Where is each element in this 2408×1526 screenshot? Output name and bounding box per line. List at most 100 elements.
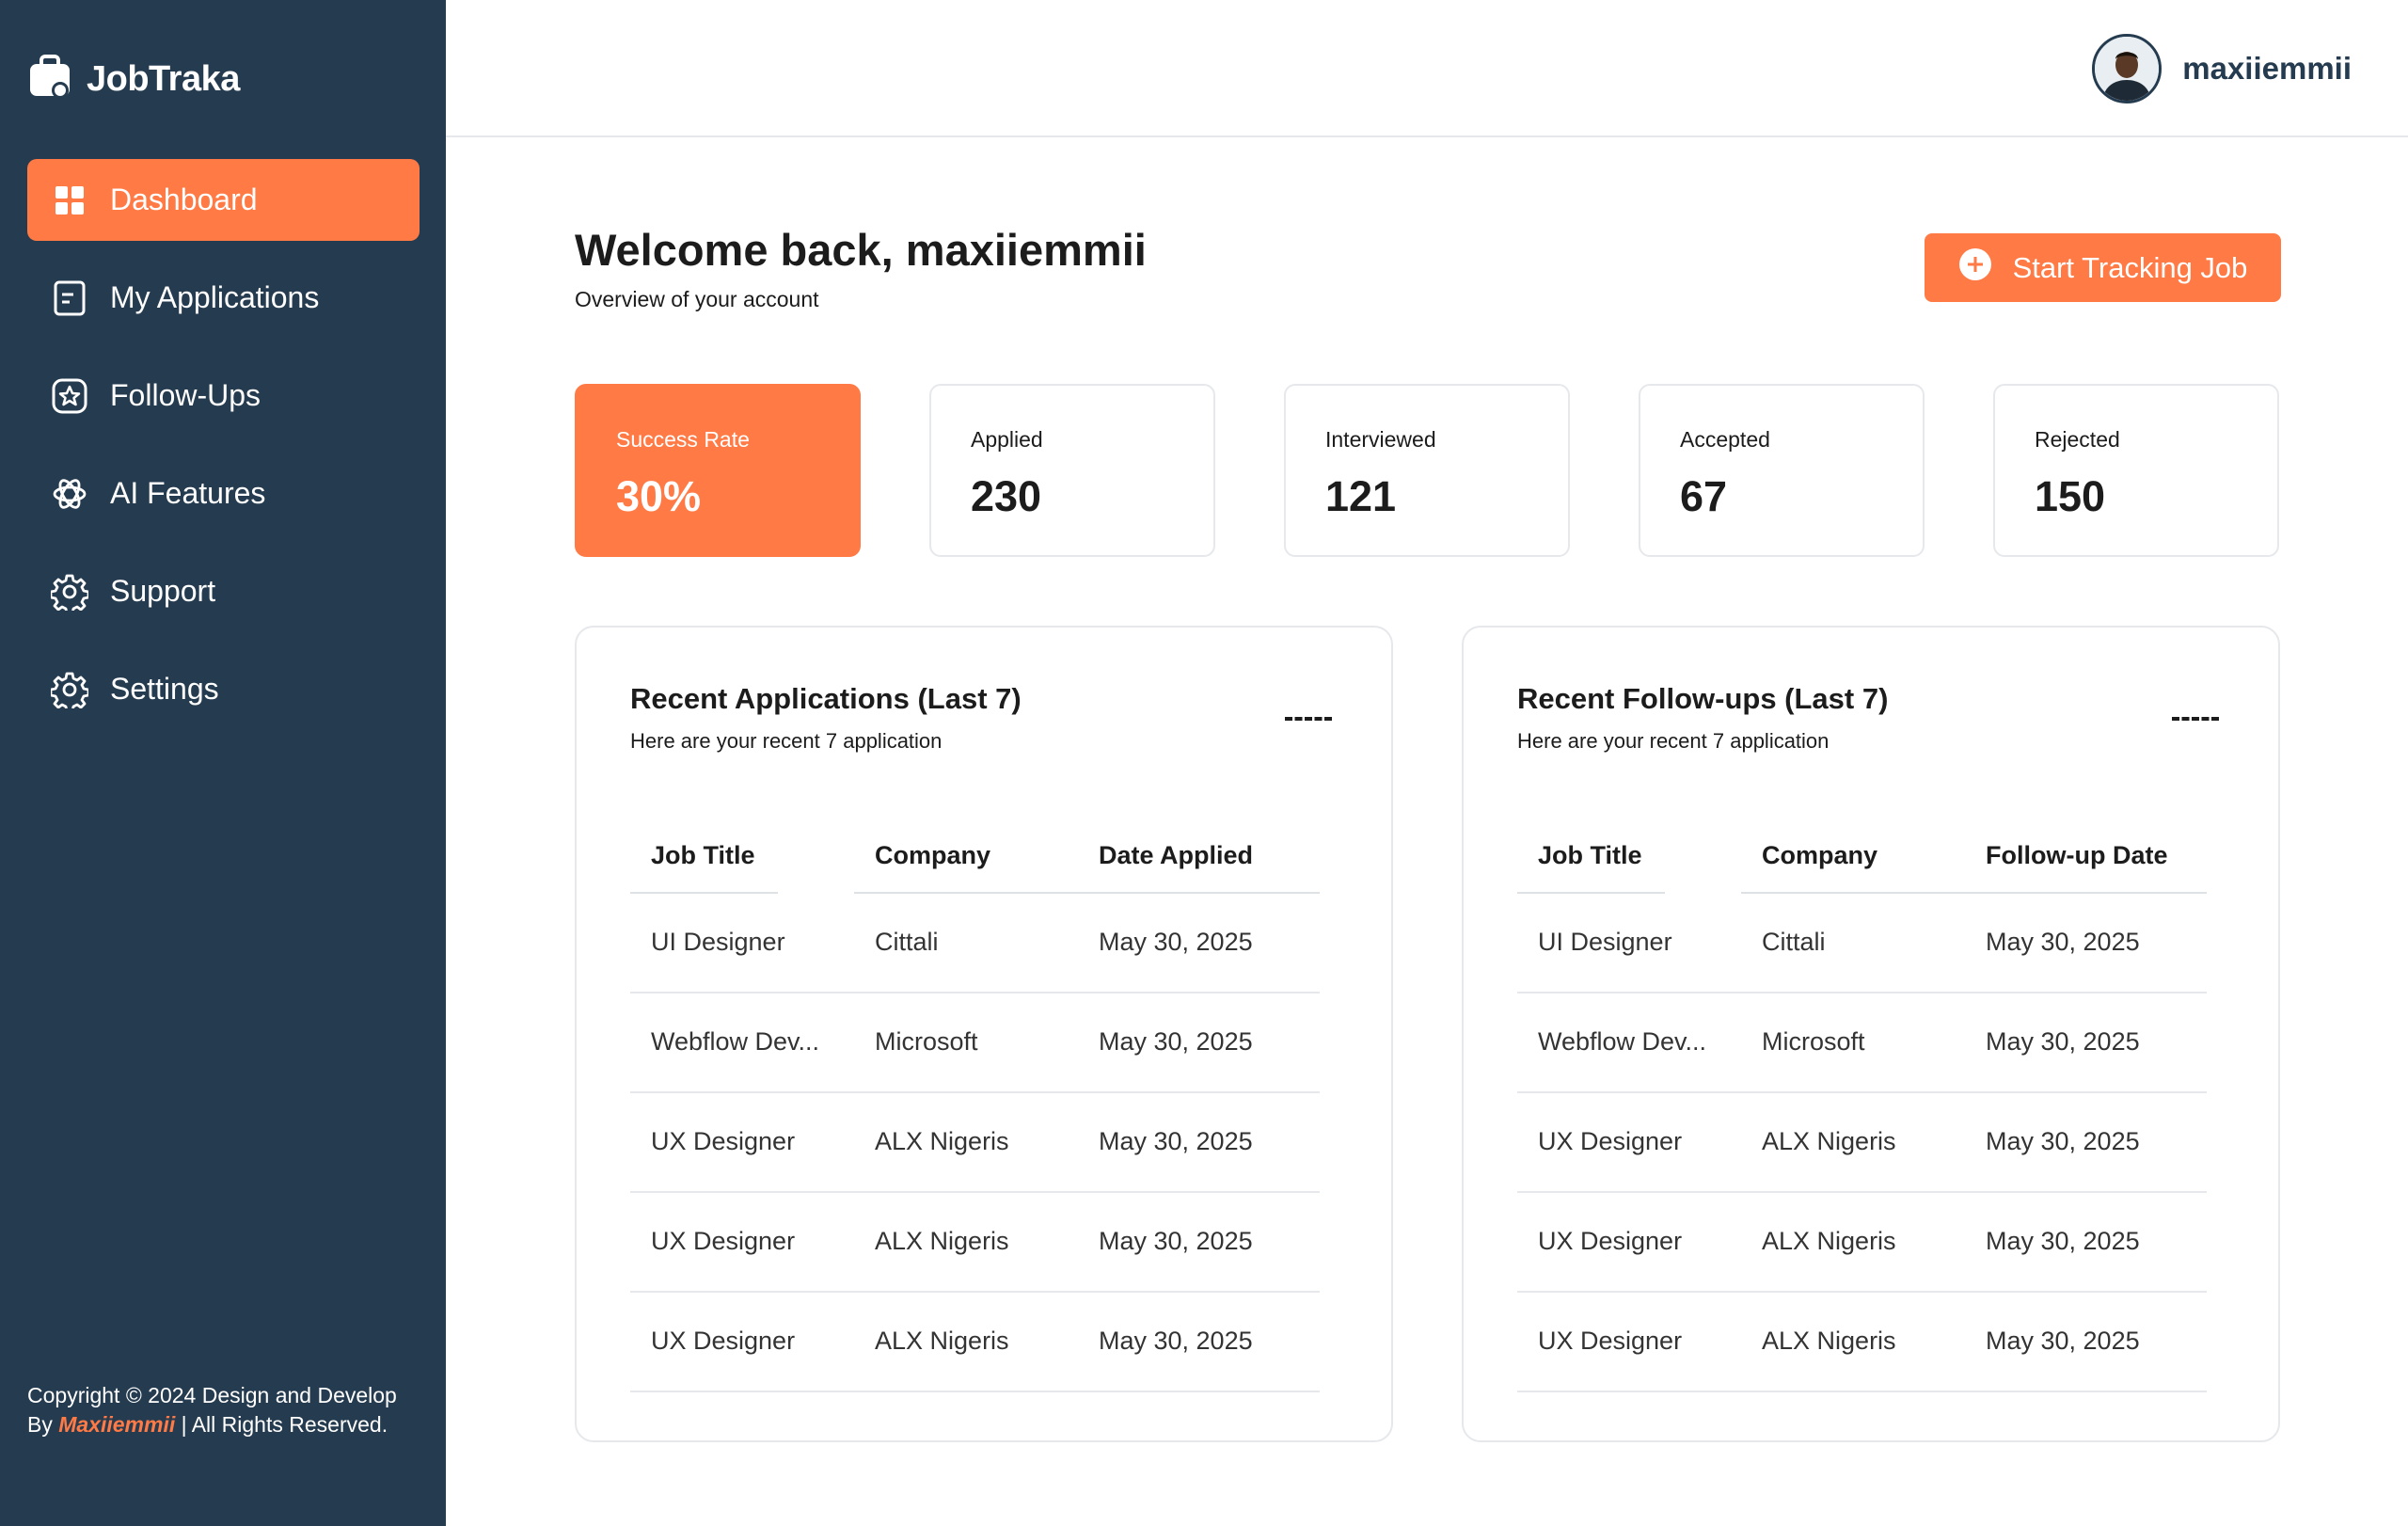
sidebar-item-dashboard[interactable]: Dashboard: [27, 159, 420, 241]
stat-card-interviewed: Interviewed 121: [1284, 384, 1570, 557]
sidebar-item-label: Settings: [110, 672, 219, 706]
table-row[interactable]: UX Designer ALX Nigeris May 30, 2025: [1517, 1193, 2207, 1293]
cell-date: May 30, 2025: [1986, 1227, 2140, 1255]
sidebar-item-settings[interactable]: Settings: [27, 648, 420, 730]
cell-date: May 30, 2025: [1986, 1327, 2140, 1355]
cell-date: May 30, 2025: [1099, 1127, 1253, 1155]
panel-subtitle: Here are your recent 7 application: [1517, 729, 1830, 753]
recent-followups-table: Job Title Company Follow-up Date UI Desi…: [1517, 819, 2207, 1392]
column-header-job-title[interactable]: Job Title: [1538, 841, 1642, 870]
cell-date: May 30, 2025: [1099, 1327, 1253, 1355]
column-header-job-title[interactable]: Job Title: [651, 841, 755, 870]
cell-job-title: Webflow Dev...: [1538, 1027, 1707, 1056]
cell-date: May 30, 2025: [1099, 1227, 1253, 1255]
column-header-date-applied[interactable]: Date Applied: [1099, 841, 1253, 870]
avatar[interactable]: [2092, 34, 2162, 103]
panel-menu-button[interactable]: [1285, 717, 1332, 721]
cell-job-title: UX Designer: [1538, 1127, 1683, 1155]
copyright-post: | All Rights Reserved.: [175, 1412, 388, 1437]
cell-company: ALX Nigeris: [875, 1327, 1009, 1355]
cell-company: ALX Nigeris: [1762, 1327, 1896, 1355]
sidebar-item-support[interactable]: Support: [27, 550, 420, 632]
recent-applications-panel: Recent Applications (Last 7) Here are yo…: [575, 626, 1393, 1442]
start-tracking-job-label: Start Tracking Job: [2012, 250, 2248, 284]
panel-title: Recent Applications (Last 7): [630, 682, 1022, 715]
cell-job-title: UI Designer: [651, 928, 785, 956]
stat-value: 30%: [616, 472, 702, 520]
cell-job-title: UX Designer: [1538, 1327, 1683, 1355]
column-header-follow-up-date[interactable]: Follow-up Date: [1986, 841, 2167, 870]
cell-company: ALX Nigeris: [875, 1227, 1009, 1255]
panel-menu-button[interactable]: [2172, 717, 2219, 721]
stat-card-accepted: Accepted 67: [1639, 384, 1925, 557]
sidebar-item-label: Dashboard: [110, 183, 258, 216]
document-icon: [50, 278, 89, 318]
gear-icon: [50, 670, 89, 709]
sidebar-item-label: Support: [110, 574, 216, 608]
table-row[interactable]: UX Designer ALX Nigeris May 30, 2025: [630, 1093, 1320, 1193]
plus-circle-icon: [1958, 247, 1992, 289]
table-row[interactable]: Webflow Dev... Microsoft May 30, 2025: [630, 993, 1320, 1093]
sidebar-item-label: My Applications: [110, 280, 320, 314]
sidebar: JobTraka Dashboard My Applications Follo…: [0, 0, 446, 1526]
dashboard-grid-icon: [50, 181, 89, 220]
page-title: Welcome back, maxiiemmii: [575, 225, 1147, 275]
stat-value: 150: [2035, 472, 2106, 520]
user-profile[interactable]: maxiiemmii: [2092, 34, 2352, 103]
username: maxiiemmii: [2182, 51, 2352, 86]
briefcase-icon: [28, 54, 71, 104]
table-row[interactable]: UX Designer ALX Nigeris May 30, 2025: [630, 1193, 1320, 1293]
table-header: Job Title Company Follow-up Date: [1517, 819, 2207, 894]
cell-job-title: UX Designer: [651, 1127, 796, 1155]
cell-date: May 30, 2025: [1986, 1127, 2140, 1155]
stat-card-applied: Applied 230: [929, 384, 1215, 557]
column-header-company[interactable]: Company: [1762, 841, 1877, 870]
table-header: Job Title Company Date Applied: [630, 819, 1320, 894]
cell-date: May 30, 2025: [1099, 928, 1253, 956]
panel-subtitle: Here are your recent 7 application: [630, 729, 943, 753]
stat-label: Rejected: [2035, 427, 2120, 452]
stat-card-rejected: Rejected 150: [1993, 384, 2279, 557]
stat-card-success-rate: Success Rate 30%: [575, 384, 861, 557]
recent-followups-panel: Recent Follow-ups (Last 7) Here are your…: [1462, 626, 2280, 1442]
cell-job-title: UX Designer: [1538, 1227, 1683, 1255]
cell-job-title: UI Designer: [1538, 928, 1672, 956]
page-subtitle: Overview of your account: [575, 287, 819, 311]
recent-applications-table: Job Title Company Date Applied UI Design…: [630, 819, 1320, 1392]
sidebar-item-ai-features[interactable]: AI Features: [27, 453, 420, 534]
stat-value: 230: [971, 472, 1042, 520]
cell-date: May 30, 2025: [1099, 1027, 1253, 1056]
cell-job-title: UX Designer: [651, 1327, 796, 1355]
table-row[interactable]: UI Designer Cittali May 30, 2025: [1517, 894, 2207, 993]
table-row[interactable]: Webflow Dev... Microsoft May 30, 2025: [1517, 993, 2207, 1093]
app-name: JobTraka: [87, 58, 240, 99]
stat-label: Interviewed: [1325, 427, 1436, 452]
sidebar-item-my-applications[interactable]: My Applications: [27, 257, 420, 339]
stat-value: 67: [1680, 472, 1728, 520]
copyright-brand-link[interactable]: Maxiiemmii: [58, 1412, 175, 1437]
stat-value: 121: [1325, 472, 1397, 520]
table-row[interactable]: UX Designer ALX Nigeris May 30, 2025: [1517, 1293, 2207, 1392]
stat-label: Success Rate: [616, 427, 750, 452]
stat-label: Applied: [971, 427, 1043, 452]
cell-date: May 30, 2025: [1986, 1027, 2140, 1056]
cell-company: Cittali: [875, 928, 939, 956]
cell-company: Microsoft: [1762, 1027, 1865, 1056]
column-header-company[interactable]: Company: [875, 841, 990, 870]
app-logo[interactable]: JobTraka: [28, 54, 240, 104]
cell-company: Microsoft: [875, 1027, 978, 1056]
cell-job-title: UX Designer: [651, 1227, 796, 1255]
gear-icon: [50, 572, 89, 612]
table-row[interactable]: UX Designer ALX Nigeris May 30, 2025: [1517, 1093, 2207, 1193]
ai-knot-icon: [50, 474, 89, 514]
table-row[interactable]: UI Designer Cittali May 30, 2025: [630, 894, 1320, 993]
sidebar-item-label: Follow-Ups: [110, 378, 261, 412]
cell-company: ALX Nigeris: [1762, 1127, 1896, 1155]
table-row[interactable]: UX Designer ALX Nigeris May 30, 2025: [630, 1293, 1320, 1392]
cell-date: May 30, 2025: [1986, 928, 2140, 956]
sidebar-item-label: AI Features: [110, 476, 266, 510]
copyright-text: Copyright © 2024 Design and Develop By M…: [27, 1381, 422, 1439]
cell-company: Cittali: [1762, 928, 1826, 956]
start-tracking-job-button[interactable]: Start Tracking Job: [1925, 233, 2281, 302]
sidebar-item-follow-ups[interactable]: Follow-Ups: [27, 355, 420, 437]
